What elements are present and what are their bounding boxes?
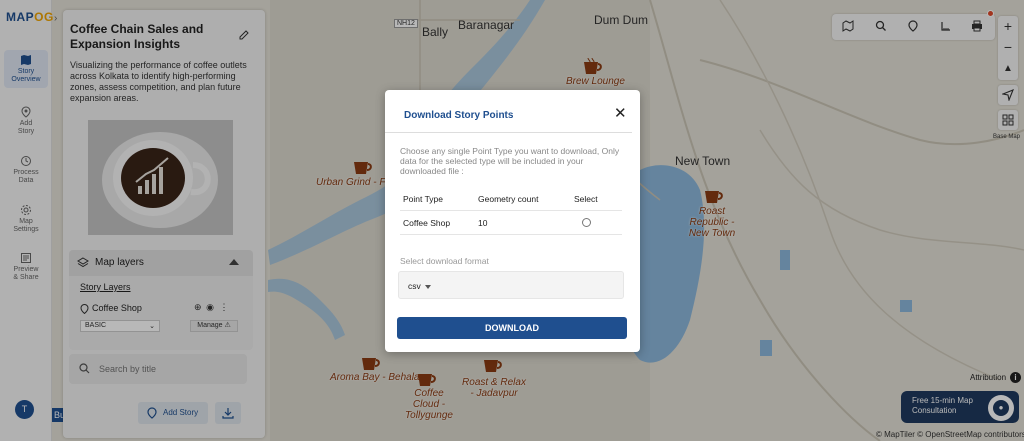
- dialog-title: Download Story Points: [404, 110, 514, 121]
- format-label: Select download format: [400, 256, 489, 266]
- geometry-count-cell: 10: [478, 218, 488, 228]
- dialog-instructions: Choose any single Point Type you want to…: [400, 146, 620, 176]
- close-icon[interactable]: ✕: [614, 106, 627, 121]
- column-header-select: Select: [574, 194, 598, 204]
- select-radio[interactable]: [582, 218, 591, 227]
- download-story-points-dialog: Download Story Points ✕ Choose any singl…: [385, 90, 640, 352]
- point-type-cell: Coffee Shop: [403, 218, 451, 228]
- dialog-divider: [385, 132, 632, 133]
- column-header-point-type: Point Type: [403, 194, 444, 204]
- format-select[interactable]: csv: [398, 271, 624, 299]
- table-divider: [400, 234, 622, 235]
- column-header-geometry-count: Geometry count: [478, 194, 539, 204]
- table-divider: [400, 210, 622, 211]
- download-button[interactable]: DOWNLOAD: [397, 317, 627, 339]
- caret-down-icon: [424, 284, 431, 289]
